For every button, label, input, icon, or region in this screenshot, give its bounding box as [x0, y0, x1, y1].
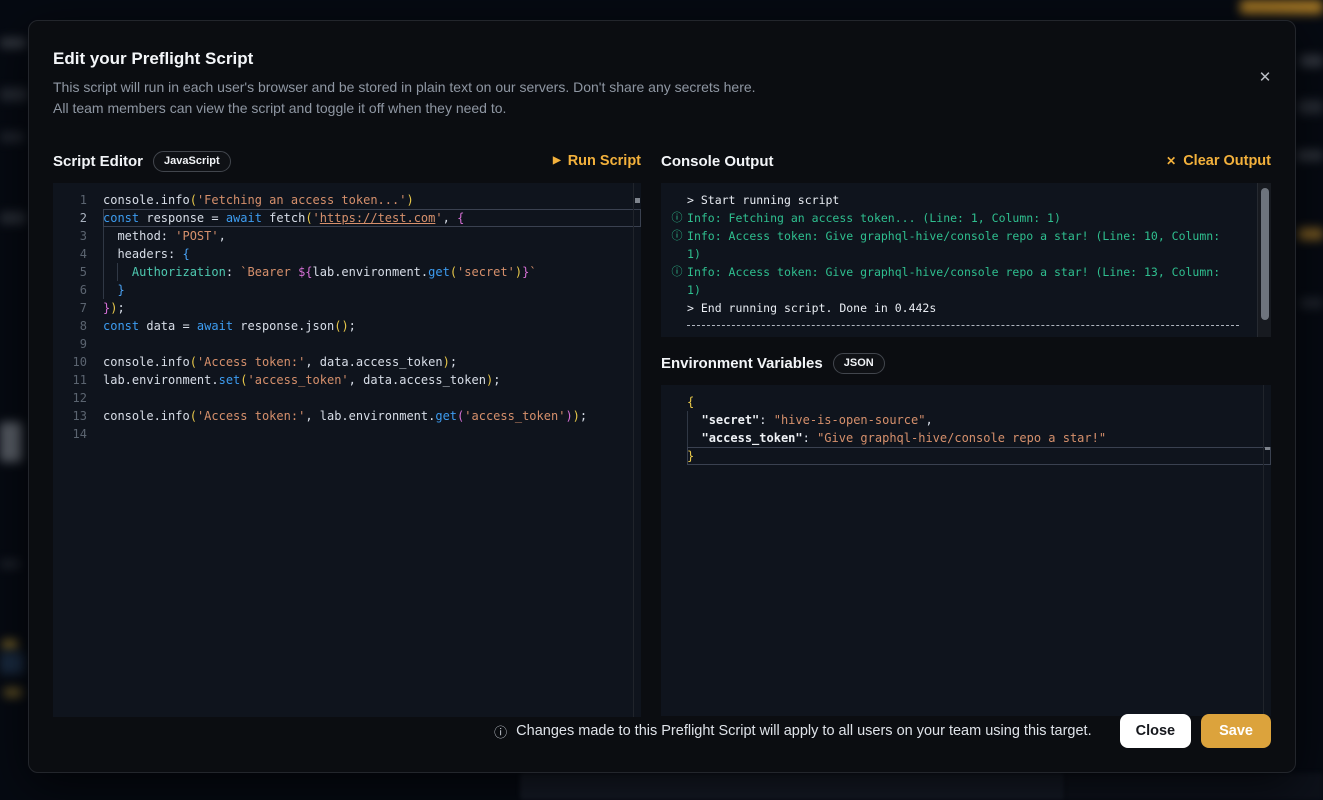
- play-icon: ▶: [553, 156, 561, 166]
- save-button[interactable]: Save: [1201, 714, 1271, 748]
- code-line: 3 method: 'POST',: [53, 227, 641, 245]
- script-editor-section: Script Editor JavaScript ▶ Run Script 1c…: [53, 149, 641, 717]
- clear-icon: ✕: [1166, 155, 1176, 167]
- preflight-script-dialog: ✕ Edit your Preflight Script This script…: [28, 20, 1296, 773]
- footer-note: ⓘ Changes made to this Preflight Script …: [494, 722, 1091, 741]
- console-separator: [687, 325, 1239, 326]
- code-line: 6 }: [53, 281, 641, 299]
- info-circle-icon: ⓘ: [667, 263, 687, 281]
- code-line: 7});: [53, 299, 641, 317]
- clear-output-label: Clear Output: [1183, 153, 1271, 169]
- code-line: {: [687, 393, 1271, 411]
- line-number: 8: [53, 317, 87, 335]
- console-entry: > End running script. Done in 0.442s: [667, 299, 1251, 317]
- code-line: 2const response = await fetch('https://t…: [53, 209, 641, 227]
- dialog-description-line1: This script will run in each user's brow…: [53, 77, 1271, 98]
- info-circle-icon: ⓘ: [667, 209, 687, 227]
- footer-note-text: Changes made to this Preflight Script wi…: [516, 723, 1091, 739]
- console-entry: ⓘInfo: Access token: Give graphql-hive/c…: [667, 227, 1251, 263]
- line-number: 4: [53, 245, 87, 263]
- close-button[interactable]: Close: [1120, 714, 1192, 748]
- script-editor-title: Script Editor: [53, 153, 143, 170]
- code-line: 9: [53, 335, 641, 353]
- code-line: "secret": "hive-is-open-source",: [687, 411, 1271, 429]
- line-number: 9: [53, 335, 87, 353]
- code-line: 1console.info('Fetching an access token.…: [53, 191, 641, 209]
- console-entry: ⓘInfo: Fetching an access token... (Line…: [667, 209, 1251, 227]
- env-editor-scrollbar[interactable]: [1263, 385, 1271, 716]
- script-code-editor[interactable]: 1console.info('Fetching an access token.…: [53, 183, 641, 717]
- close-icon[interactable]: ✕: [1251, 63, 1279, 91]
- dialog-description-line2: All team members can view the script and…: [53, 98, 1271, 119]
- line-number: 14: [53, 425, 87, 443]
- dialog-description: This script will run in each user's brow…: [53, 77, 1271, 119]
- line-number: 10: [53, 353, 87, 371]
- code-line: 13console.info('Access token:', lab.envi…: [53, 407, 641, 425]
- run-script-button[interactable]: ▶ Run Script: [553, 153, 641, 169]
- line-number: 1: [53, 191, 87, 209]
- code-line: 14: [53, 425, 641, 443]
- language-badge: JavaScript: [153, 151, 231, 172]
- code-line: 5 Authorization: `Bearer ${lab.environme…: [53, 263, 641, 281]
- dialog-footer: ⓘ Changes made to this Preflight Script …: [53, 714, 1271, 748]
- code-line: 12: [53, 389, 641, 407]
- console-entry: ⓘInfo: Access token: Give graphql-hive/c…: [667, 263, 1251, 299]
- clear-output-button[interactable]: ✕ Clear Output: [1166, 153, 1271, 169]
- code-line: "access_token": "Give graphql-hive/conso…: [687, 429, 1271, 447]
- info-icon: ⓘ: [494, 722, 507, 741]
- environment-variables-title: Environment Variables: [661, 355, 823, 372]
- line-number: 2: [53, 209, 87, 227]
- console-entry-text: > End running script. Done in 0.442s: [687, 299, 936, 317]
- code-line: }: [687, 447, 1271, 465]
- console-entry-text: Info: Access token: Give graphql-hive/co…: [687, 263, 1220, 299]
- console-scrollbar[interactable]: [1257, 183, 1271, 337]
- code-line: 8const data = await response.json();: [53, 317, 641, 335]
- line-number: 11: [53, 371, 87, 389]
- code-line: 10console.info('Access token:', data.acc…: [53, 353, 641, 371]
- console-entry-text: Info: Fetching an access token... (Line:…: [687, 209, 1061, 227]
- line-number: 6: [53, 281, 87, 299]
- dialog-title: Edit your Preflight Script: [53, 49, 1271, 69]
- environment-variables-editor[interactable]: { "secret": "hive-is-open-source", "acce…: [661, 385, 1271, 716]
- console-output-title: Console Output: [661, 153, 774, 170]
- editor-scrollbar[interactable]: [633, 183, 641, 717]
- line-number: 7: [53, 299, 87, 317]
- code-line: 11lab.environment.set('access_token', da…: [53, 371, 641, 389]
- line-number: 13: [53, 407, 87, 425]
- console-entry-text: Info: Access token: Give graphql-hive/co…: [687, 227, 1220, 263]
- output-section: Console Output ✕ Clear Output > Start ru…: [661, 149, 1271, 717]
- json-badge: JSON: [833, 353, 885, 374]
- console-output[interactable]: > Start running scriptⓘInfo: Fetching an…: [661, 183, 1271, 337]
- line-number: 3: [53, 227, 87, 245]
- console-entry: > Start running script: [667, 191, 1251, 209]
- info-circle-icon: ⓘ: [667, 227, 687, 245]
- console-entry-text: > Start running script: [687, 191, 839, 209]
- line-number: 12: [53, 389, 87, 407]
- console-scrollbar-thumb[interactable]: [1261, 188, 1269, 320]
- line-number: 5: [53, 263, 87, 281]
- run-script-label: Run Script: [568, 153, 641, 169]
- code-line: 4 headers: {: [53, 245, 641, 263]
